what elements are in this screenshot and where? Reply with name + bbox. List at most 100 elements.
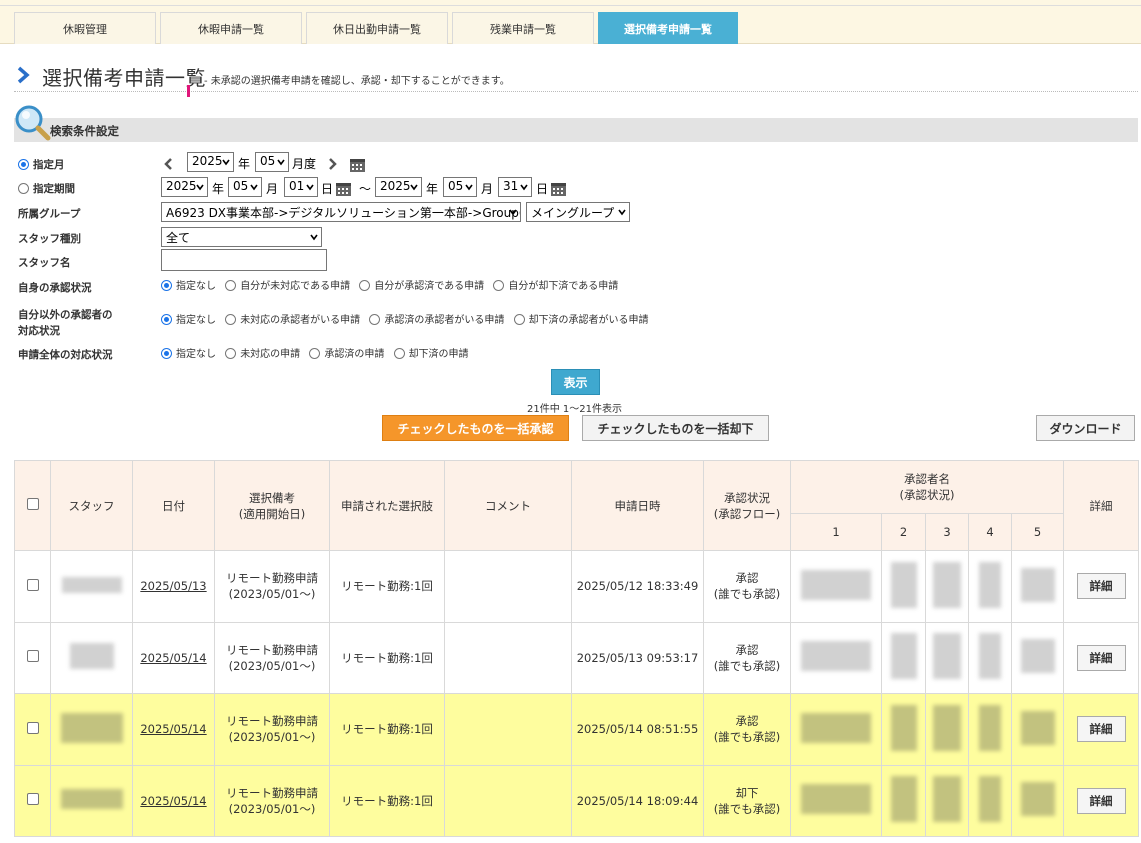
calendar-icon[interactable] [335, 180, 352, 197]
staff-type-label: スタッフ種別 [18, 233, 81, 245]
row-checkbox[interactable] [26, 793, 39, 806]
group-label: 所属グループ [18, 208, 81, 220]
month-option[interactable]: 指定月 [18, 157, 65, 172]
own-status-radios: 指定なし 自分が未対応である申請 自分が承認済である申請 自分が却下済である申請 [161, 277, 624, 292]
requests-table: スタッフ 日付 選択備考 (適用開始日) 申請された選択肢 コメント 申請日時 承… [14, 460, 1140, 837]
others-status-label: 自分以外の承認者の 対応状況 [18, 309, 113, 337]
tab-leave-requests[interactable]: 休暇申請一覧 [160, 12, 302, 44]
chevron-down-icon [509, 209, 517, 216]
period-option[interactable]: 指定期間 [18, 181, 75, 196]
header-detail: 詳細 [1063, 460, 1140, 551]
detail-button[interactable]: 詳細 [1076, 787, 1126, 814]
chevron-down-icon [310, 234, 318, 241]
applied-at-cell: 2025/05/14 18:09:44 [571, 764, 704, 837]
own-status-option[interactable]: 指定なし [161, 280, 216, 292]
overall-status-option[interactable]: 承認済の申請 [309, 348, 384, 360]
page-description: - 未承認の選択備考申請を確認し、承認・却下することができます。 [204, 76, 510, 87]
date-link[interactable]: 2025/05/14 [140, 794, 206, 808]
search-conditions-header: 検索条件設定 [14, 118, 1138, 142]
remark-cell: リモート勤務申請 (2023/05/01〜) [214, 764, 330, 837]
from-year-select[interactable]: 2025 [161, 177, 208, 197]
next-month-icon[interactable] [328, 157, 338, 171]
from-month-unit: 月 [266, 182, 279, 196]
month-option-label: 指定月 [33, 159, 65, 171]
month-unit: 月度 [292, 157, 317, 171]
approver-5-redacted [1010, 550, 1065, 623]
tab-leave-management[interactable]: 休暇管理 [14, 12, 156, 44]
applied-at-cell: 2025/05/12 18:33:49 [571, 550, 704, 623]
overall-status-option[interactable]: 指定なし [161, 348, 216, 360]
select-all-checkbox[interactable] [26, 498, 39, 510]
show-button[interactable]: 表示 [551, 369, 600, 395]
chevron-right-icon [17, 66, 30, 84]
others-status-option[interactable]: 指定なし [161, 314, 216, 326]
others-status-option[interactable]: 未対応の承認者がいる申請 [225, 314, 360, 326]
calendar-icon[interactable] [349, 156, 366, 173]
tab-overtime-requests[interactable]: 残業申請一覧 [452, 12, 594, 44]
overall-status-option[interactable]: 未対応の申請 [225, 348, 300, 360]
remark-cell: リモート勤務申請 (2023/05/01〜) [214, 621, 330, 694]
detail-button[interactable]: 詳細 [1076, 644, 1126, 671]
group-type-select[interactable]: メイングループ [526, 202, 630, 222]
table-row: 2025/05/14 リモート勤務申請 (2023/05/01〜) リモート勤務:… [14, 764, 1140, 837]
date-link[interactable]: 2025/05/14 [140, 722, 206, 736]
staff-name-input[interactable] [161, 249, 327, 271]
own-status-option[interactable]: 自分が未対応である申請 [225, 280, 350, 292]
overall-status-option[interactable]: 却下済の申請 [393, 348, 469, 360]
from-month-select[interactable]: 05 [228, 177, 262, 197]
month-year-select[interactable]: 2025 [187, 152, 234, 172]
header-staff: スタッフ [50, 460, 133, 551]
download-button[interactable]: ダウンロード [1036, 415, 1135, 441]
calendar-icon[interactable] [550, 180, 567, 197]
overall-status-label: 申請全体の対応状況 [18, 349, 113, 361]
to-month-select[interactable]: 05 [443, 177, 477, 197]
month-radio[interactable] [18, 159, 29, 170]
bulk-reject-button[interactable]: チェックしたものを一括却下 [582, 415, 769, 441]
choice-cell: リモート勤務:1回 [329, 550, 445, 623]
date-link[interactable]: 2025/05/14 [140, 651, 206, 665]
prev-month-icon[interactable] [163, 157, 173, 171]
chevron-down-icon [306, 184, 314, 191]
own-status-label: 自身の承認状況 [18, 282, 92, 294]
comment-cell [444, 621, 572, 694]
others-status-option[interactable]: 承認済の承認者がいる申請 [369, 314, 504, 326]
approver-4-redacted [968, 693, 1012, 766]
group-select[interactable]: A6923 DX事業本部->デジタルソリューション第一本部->Group6 [161, 202, 521, 222]
period-radio[interactable] [18, 183, 29, 194]
tab-remark-requests[interactable]: 選択備考申請一覧 [598, 12, 738, 44]
remark-cell: リモート勤務申請 (2023/05/01〜) [214, 693, 330, 766]
table-row: 2025/05/13 リモート勤務申請 (2023/05/01〜) リモート勤務:… [14, 550, 1140, 623]
result-count: 21件中 1〜21件表示 [527, 404, 622, 415]
choice-cell: リモート勤務:1回 [329, 693, 445, 766]
row-checkbox[interactable] [26, 721, 39, 734]
others-status-option[interactable]: 却下済の承認者がいる申請 [513, 314, 649, 326]
period-separator: ～ [359, 182, 372, 196]
row-checkbox[interactable] [26, 578, 39, 591]
from-year-unit: 年 [212, 182, 225, 196]
from-day-unit: 日 [321, 182, 334, 196]
header-comment: コメント [444, 460, 572, 551]
header-approver-1: 1 [790, 513, 882, 551]
from-day-select[interactable]: 01 [284, 177, 318, 197]
date-link[interactable]: 2025/05/13 [140, 579, 206, 593]
header-date: 日付 [132, 460, 215, 551]
chevron-down-icon [618, 209, 626, 216]
to-day-select[interactable]: 31 [498, 177, 532, 197]
choice-cell: リモート勤務:1回 [329, 621, 445, 694]
page-title: 選択備考申請一覧 [42, 66, 206, 90]
own-status-option[interactable]: 自分が承認済である申請 [359, 280, 484, 292]
staff-type-select[interactable]: 全て [161, 227, 322, 247]
to-year-select[interactable]: 2025 [375, 177, 422, 197]
to-day-unit: 日 [536, 182, 549, 196]
month-month-select[interactable]: 05 [255, 152, 289, 172]
approver-3-redacted [925, 550, 969, 623]
bulk-approve-button[interactable]: チェックしたものを一括承認 [382, 415, 569, 441]
own-status-option[interactable]: 自分が却下済である申請 [493, 280, 618, 292]
tab-holiday-work-requests[interactable]: 休日出勤申請一覧 [306, 12, 448, 44]
row-checkbox[interactable] [26, 650, 39, 663]
detail-button[interactable]: 詳細 [1076, 573, 1126, 600]
remark-cell: リモート勤務申請 (2023/05/01〜) [214, 550, 330, 623]
staff-name-redacted [50, 621, 133, 694]
detail-button[interactable]: 詳細 [1076, 716, 1126, 743]
chevron-down-icon [222, 159, 230, 166]
